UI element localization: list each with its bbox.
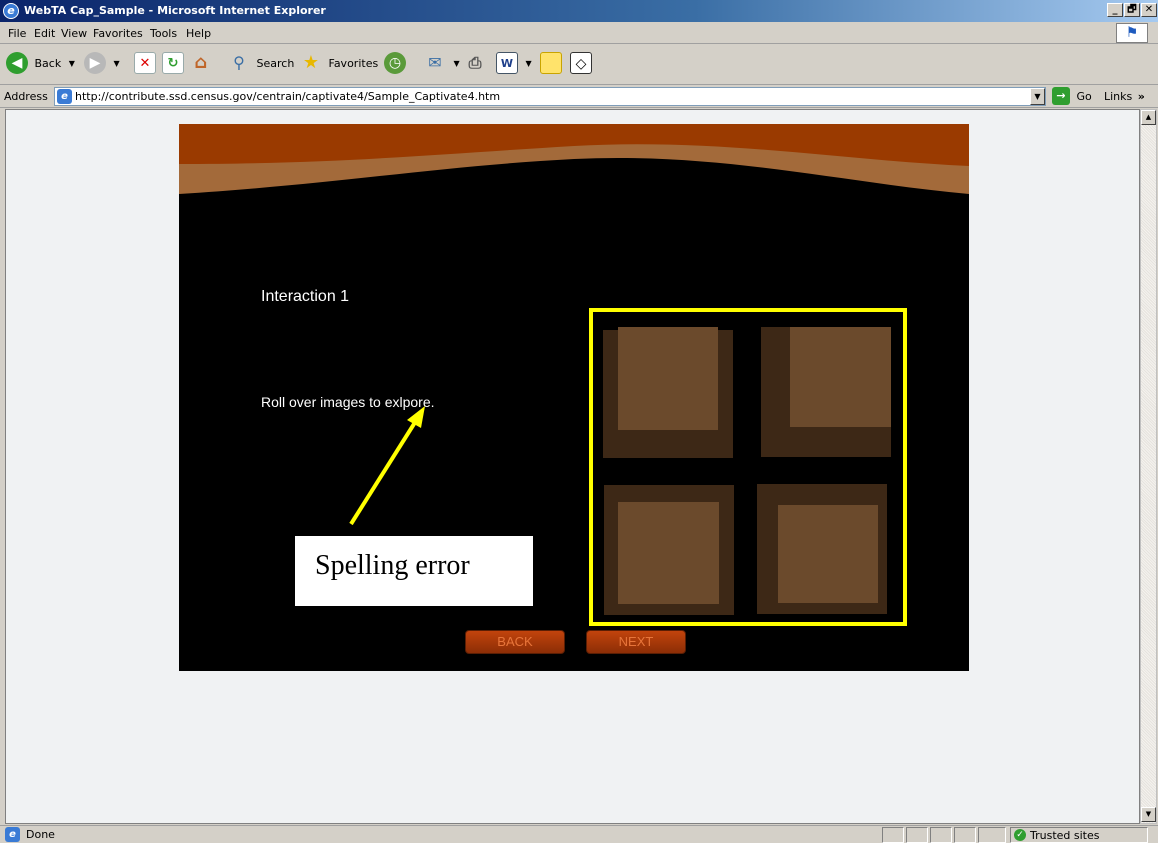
- home-icon: ⌂: [194, 52, 208, 73]
- rollover-image-4-inner: [778, 505, 878, 603]
- status-pane-5: [978, 827, 1006, 843]
- back-nav-button[interactable]: BACK: [465, 630, 565, 654]
- scroll-down-icon[interactable]: ▼: [1141, 807, 1156, 822]
- interaction-title: Interaction 1: [261, 288, 350, 305]
- status-pane-3: [930, 827, 952, 843]
- instruction-text: Roll over images to exlpore.: [261, 394, 435, 410]
- search-icon: ⚲: [233, 53, 245, 72]
- links-label: Links: [1104, 90, 1133, 103]
- messenger-button[interactable]: ◇: [570, 52, 592, 78]
- favorites-star-icon: ★: [302, 52, 320, 73]
- rollover-image-2[interactable]: [761, 327, 891, 457]
- stop-button[interactable]: ✕: [134, 52, 156, 78]
- address-bar: Address e http://contribute.ssd.census.g…: [0, 86, 1158, 108]
- title-bar: e WebTA Cap_Sample - Microsoft Internet …: [0, 0, 1158, 22]
- go-label: Go: [1076, 89, 1092, 103]
- search-button[interactable]: ⚲ Search: [228, 52, 294, 78]
- status-bar: e Done ✓ Trusted sites: [0, 825, 1158, 843]
- scroll-up-icon[interactable]: ▲: [1141, 110, 1156, 125]
- diamond-icon: ◇: [570, 52, 592, 74]
- address-dropdown-icon[interactable]: ▼: [1030, 88, 1045, 105]
- windows-logo-icon: ⚑: [1116, 23, 1148, 43]
- back-label: Back: [34, 56, 62, 70]
- address-url: http://contribute.ssd.census.gov/centrai…: [75, 90, 501, 103]
- captivate-movie: Interaction 1 Roll over images to exlpor…: [179, 124, 969, 671]
- rollover-image-3-inner: [618, 502, 719, 604]
- menu-help[interactable]: Help: [186, 27, 211, 40]
- mail-icon: ✉: [428, 53, 442, 72]
- forward-button[interactable]: ▶ ▼: [84, 52, 120, 78]
- mail-button[interactable]: ✉ ▼: [424, 52, 460, 78]
- menu-bar: File Edit View Favorites Tools Help ⚑: [0, 22, 1158, 44]
- page-icon: e: [57, 89, 72, 104]
- address-label: Address: [4, 90, 48, 103]
- print-button[interactable]: ⎙: [464, 52, 486, 78]
- home-button[interactable]: ⌂: [190, 52, 212, 78]
- rollover-image-3[interactable]: [604, 485, 734, 615]
- checkmark-icon: ✓: [1014, 829, 1026, 841]
- spelling-error-callout: Spelling error: [295, 536, 533, 606]
- toolbar: ◀ Back ▼ ▶ ▼ ✕ ↻ ⌂ ⚲ Search ★ Favorites …: [0, 45, 1158, 85]
- close-button[interactable]: ✕: [1141, 3, 1157, 17]
- next-nav-button[interactable]: NEXT: [586, 630, 686, 654]
- status-pane-2: [906, 827, 928, 843]
- edit-word-button[interactable]: W ▼: [496, 52, 532, 78]
- zone-label: Trusted sites: [1030, 829, 1100, 842]
- window-title: WebTA Cap_Sample - Microsoft Internet Ex…: [24, 4, 326, 17]
- status-text: Done: [26, 828, 55, 841]
- address-input[interactable]: e http://contribute.ssd.census.gov/centr…: [54, 87, 1046, 106]
- mail-dropdown-icon[interactable]: ▼: [454, 59, 460, 68]
- history-icon: ◷: [384, 52, 406, 74]
- favorites-label: Favorites: [328, 56, 379, 70]
- note-icon: [540, 52, 562, 74]
- print-icon: ⎙: [468, 53, 482, 72]
- ie-app-icon[interactable]: e: [3, 3, 19, 19]
- rollover-image-1[interactable]: [603, 327, 733, 458]
- refresh-icon: ↻: [162, 52, 184, 74]
- status-pane-4: [954, 827, 976, 843]
- forward-dropdown-icon[interactable]: ▼: [114, 59, 120, 68]
- discuss-button[interactable]: [540, 52, 562, 78]
- rollover-image-4[interactable]: [757, 484, 887, 614]
- page-done-icon: e: [5, 827, 20, 842]
- page-viewport: Interaction 1 Roll over images to exlpor…: [5, 109, 1140, 824]
- history-button[interactable]: ◷: [384, 52, 406, 78]
- back-dropdown-icon[interactable]: ▼: [69, 59, 75, 68]
- menu-view[interactable]: View: [61, 27, 87, 40]
- edit-dropdown-icon[interactable]: ▼: [526, 59, 532, 68]
- word-icon: W: [496, 52, 518, 74]
- menu-file[interactable]: File: [8, 27, 26, 40]
- forward-arrow-icon: ▶: [84, 52, 106, 74]
- back-arrow-icon: ◀: [6, 52, 28, 74]
- menu-edit[interactable]: Edit: [34, 27, 55, 40]
- stop-icon: ✕: [134, 52, 156, 74]
- vertical-scrollbar[interactable]: ▲ ▼: [1140, 109, 1157, 824]
- menu-favorites[interactable]: Favorites: [93, 27, 143, 40]
- favorites-button[interactable]: ★ Favorites: [300, 52, 378, 78]
- rollover-image-1-inner: [618, 327, 718, 430]
- chevron-right-icon: »: [1137, 90, 1145, 103]
- menu-tools[interactable]: Tools: [150, 27, 177, 40]
- refresh-button[interactable]: ↻: [162, 52, 184, 78]
- status-pane-1: [882, 827, 904, 843]
- go-arrow-icon: →: [1052, 87, 1070, 105]
- search-label: Search: [256, 56, 295, 70]
- links-toolbar[interactable]: Links »: [1104, 90, 1145, 103]
- back-button[interactable]: ◀ Back ▼: [6, 52, 75, 78]
- minimize-button[interactable]: _: [1107, 3, 1123, 17]
- restore-button[interactable]: 🗗: [1124, 3, 1140, 17]
- go-button[interactable]: → Go: [1052, 87, 1092, 107]
- security-zone[interactable]: ✓ Trusted sites: [1010, 827, 1148, 843]
- rollover-image-2-inner: [790, 327, 891, 427]
